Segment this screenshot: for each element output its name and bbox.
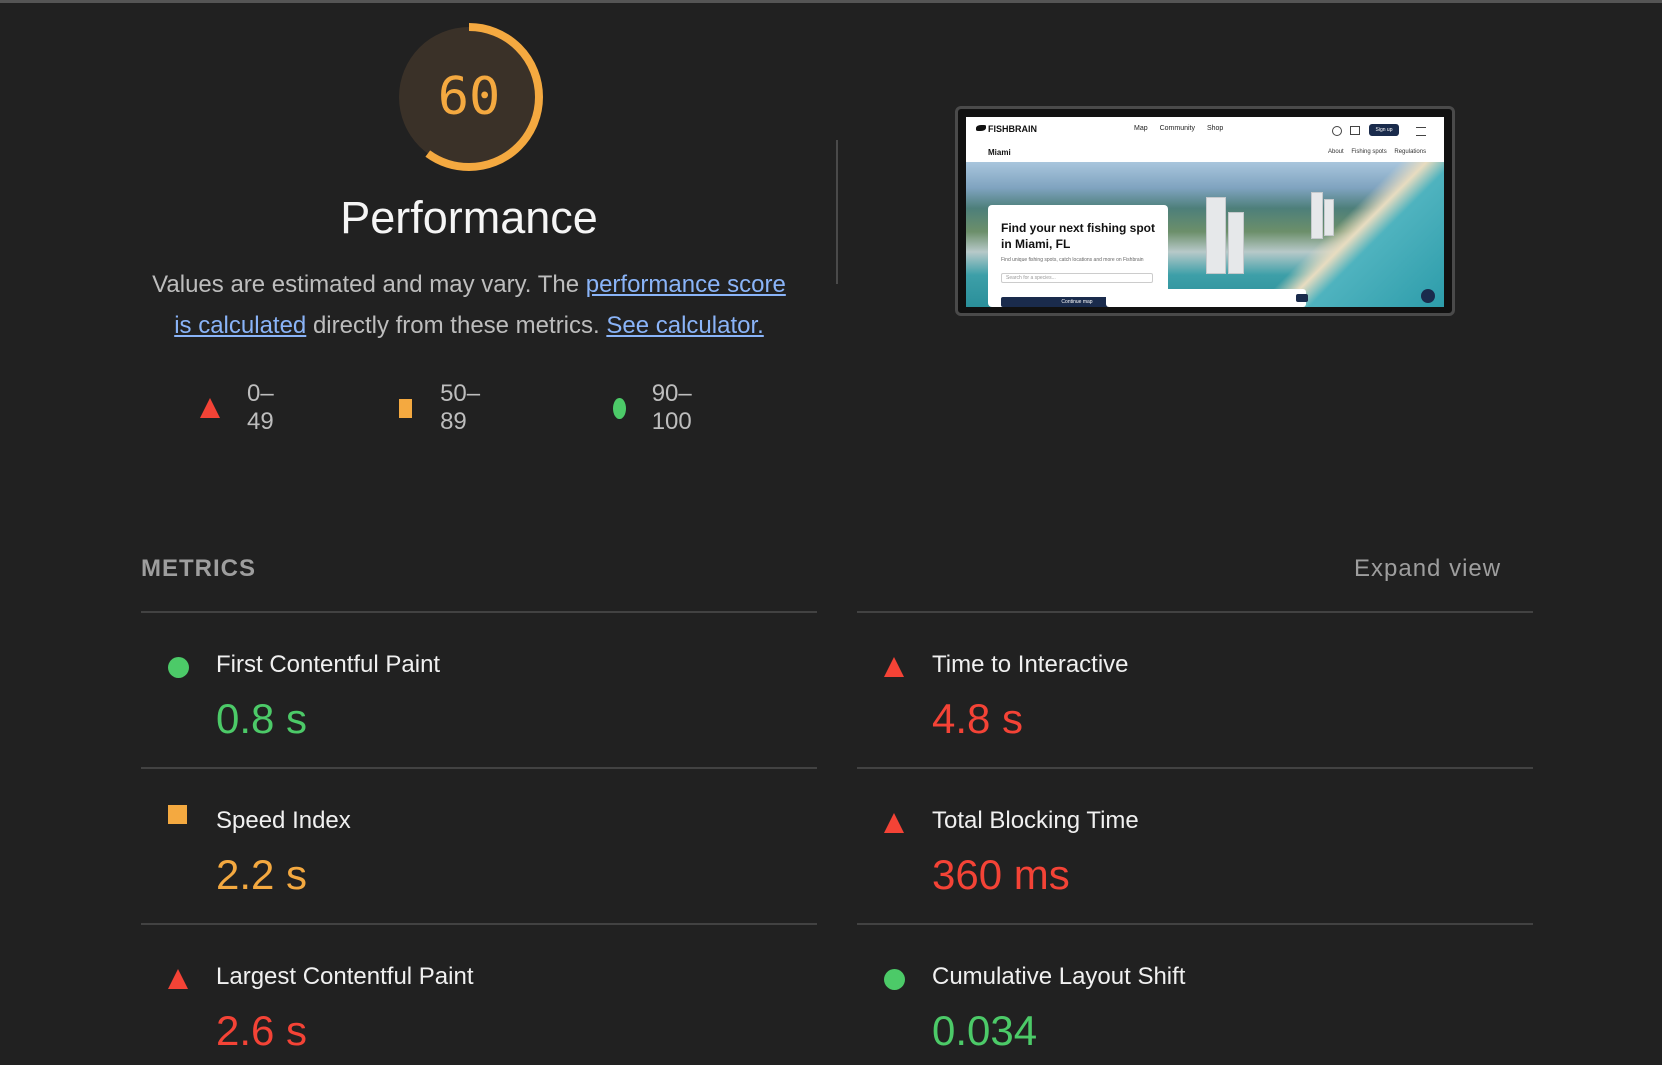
screenshot-building	[1228, 212, 1244, 274]
screenshot-building	[1311, 192, 1323, 239]
chat-bubble-icon	[1421, 289, 1435, 303]
screenshot-nav-link: Shop	[1206, 125, 1224, 132]
square-orange-icon	[399, 398, 413, 418]
screenshot-cookie-ok	[1296, 294, 1308, 302]
metric-value: 2.2 s	[216, 851, 308, 898]
metric-value: 360 ms	[932, 851, 1070, 898]
screenshot-nav-link: Map	[1134, 125, 1148, 132]
legend-label: 50–89	[440, 380, 481, 435]
description-text-middle: directly from these metrics.	[306, 312, 607, 339]
screenshot-building	[1324, 199, 1334, 236]
screenshot-location: Miami	[988, 148, 1011, 157]
metric-time-to-interactive: Time to Interactive 4.8 s	[857, 613, 1497, 753]
screenshot-nav-link: Community	[1159, 125, 1195, 132]
metric-first-contentful-paint: First Contentful Paint 0.8 s	[141, 613, 781, 753]
metric-value: 4.8 s	[932, 695, 1024, 742]
screenshot-page: FISHBRAIN Map Community Shop Sign up Mia…	[966, 117, 1444, 307]
menu-icon	[1416, 127, 1426, 136]
circle-green-icon	[884, 969, 905, 995]
category-title: Performance	[340, 192, 598, 243]
fish-logo-icon	[976, 125, 986, 131]
screenshot-card-subtitle: Find unique fishing spots, catch locatio…	[1001, 257, 1144, 263]
metric-total-blocking-time: Total Blocking Time 360 ms	[857, 769, 1497, 909]
legend-label: 90–100	[651, 380, 692, 435]
screenshot-nav-links: Map Community Shop	[1134, 125, 1233, 132]
metric-label: Time to Interactive	[932, 651, 1129, 678]
triangle-red-icon	[200, 398, 220, 418]
screenshot-logo: FISHBRAIN	[988, 124, 1037, 134]
circle-green-icon	[613, 397, 626, 419]
metric-label: Total Blocking Time	[932, 807, 1139, 834]
screenshot-beach	[1266, 162, 1444, 307]
metric-value: 0.8 s	[216, 695, 308, 742]
legend-item-pass: 90–100	[613, 380, 700, 436]
square-orange-icon	[168, 805, 187, 829]
legend-item-fail: 0–49	[200, 380, 274, 436]
score-description: Values are estimated and may vary. The p…	[144, 264, 794, 346]
performance-score-gauge[interactable]: 60	[394, 22, 544, 172]
metric-value: 2.6 s	[216, 1007, 308, 1054]
triangle-red-icon	[168, 969, 188, 994]
metric-label: First Contentful Paint	[216, 651, 441, 678]
screenshot-tab: Fishing spots	[1351, 149, 1387, 155]
expand-view-button[interactable]: Expand view	[1354, 555, 1501, 583]
screenshot-tab: About	[1328, 149, 1344, 155]
screenshot-signup-button: Sign up	[1369, 124, 1399, 136]
metric-largest-contentful-paint: Largest Contentful Paint 2.6 s	[141, 925, 781, 1065]
screenshot-card-title: Find your next fishing spot in Miami, FL	[1001, 221, 1155, 251]
metric-label: Cumulative Layout Shift	[932, 963, 1186, 990]
cart-icon	[1350, 126, 1360, 135]
metric-speed-index: Speed Index 2.2 s	[141, 769, 781, 909]
description-text: Values are estimated and may vary. The	[152, 271, 586, 298]
circle-green-icon	[168, 657, 189, 683]
screenshot-building	[1206, 197, 1226, 274]
triangle-red-icon	[884, 657, 904, 682]
top-border	[0, 0, 1662, 3]
metrics-heading: METRICS	[141, 555, 256, 582]
legend-item-average: 50–89	[399, 380, 486, 436]
screenshot-navbar: FISHBRAIN Map Community Shop Sign up	[966, 117, 1444, 143]
search-icon	[1332, 126, 1342, 136]
metric-label: Largest Contentful Paint	[216, 963, 474, 990]
metric-cumulative-layout-shift: Cumulative Layout Shift 0.034	[857, 925, 1497, 1065]
performance-score-value: 60	[437, 67, 501, 127]
vertical-divider	[836, 140, 838, 284]
see-calculator-link[interactable]: See calculator.	[606, 312, 763, 339]
legend-label: 0–49	[247, 380, 274, 435]
screenshot-tab: Regulations	[1394, 149, 1427, 155]
screenshot-search-input: Search for a species...	[1001, 273, 1153, 283]
metric-value: 0.034	[932, 1007, 1038, 1054]
screenshot-tabs: About Fishing spots Regulations	[1328, 149, 1432, 155]
screenshot-cookie-banner	[1106, 289, 1306, 307]
final-screenshot-thumbnail[interactable]: FISHBRAIN Map Community Shop Sign up Mia…	[955, 106, 1455, 316]
metric-label: Speed Index	[216, 807, 351, 834]
triangle-red-icon	[884, 813, 904, 838]
